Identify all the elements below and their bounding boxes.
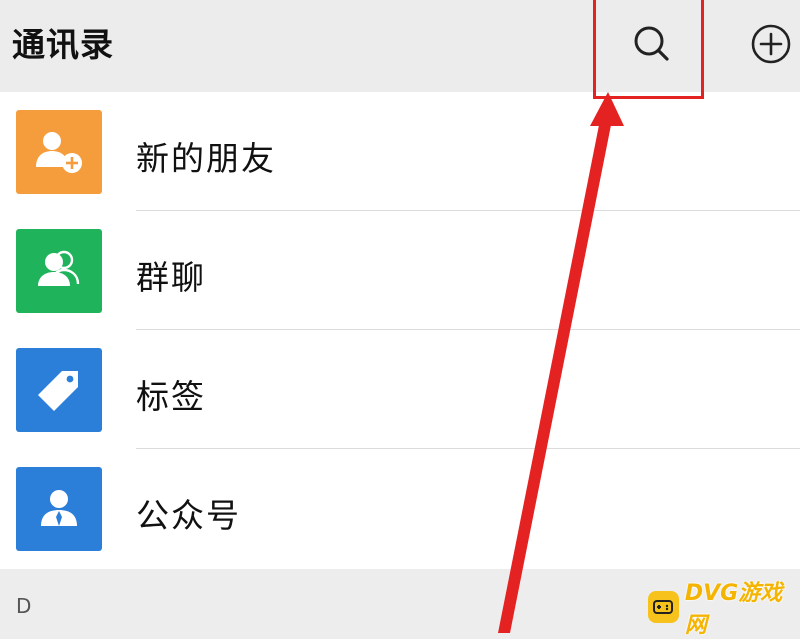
list-item-tags[interactable]: 标签 xyxy=(0,330,800,449)
watermark-logo xyxy=(648,591,679,623)
plus-circle-icon xyxy=(751,24,791,64)
watermark: DVG游戏网 xyxy=(648,581,800,638)
add-button[interactable] xyxy=(742,16,800,72)
group-chat-tile xyxy=(16,229,102,313)
list-item-official-accounts[interactable]: 公众号 xyxy=(0,449,800,568)
tags-tile xyxy=(16,348,102,432)
tag-icon xyxy=(38,371,78,411)
group-icon xyxy=(38,250,80,286)
add-friend-icon xyxy=(36,132,82,173)
annotation-highlight-box xyxy=(593,0,704,99)
official-accounts-tile xyxy=(16,467,102,551)
gamepad-icon xyxy=(653,600,674,614)
section-letter: D xyxy=(16,594,32,618)
list-item-label: 公众号 xyxy=(136,496,241,535)
list-item-label: 新的朋友 xyxy=(136,139,276,178)
page-title: 通讯录 xyxy=(12,25,114,64)
list-item-label: 群聊 xyxy=(136,258,206,297)
list-item-group-chats[interactable]: 群聊 xyxy=(0,211,800,330)
contacts-menu-list: 新的朋友 群聊 标签 公众号 xyxy=(0,92,800,569)
list-item-label: 标签 xyxy=(136,377,206,416)
list-item-new-friends[interactable]: 新的朋友 xyxy=(0,92,800,211)
watermark-text: DVG游戏网 xyxy=(684,581,783,638)
official-account-icon xyxy=(41,490,77,526)
add-friend-tile xyxy=(16,110,102,194)
